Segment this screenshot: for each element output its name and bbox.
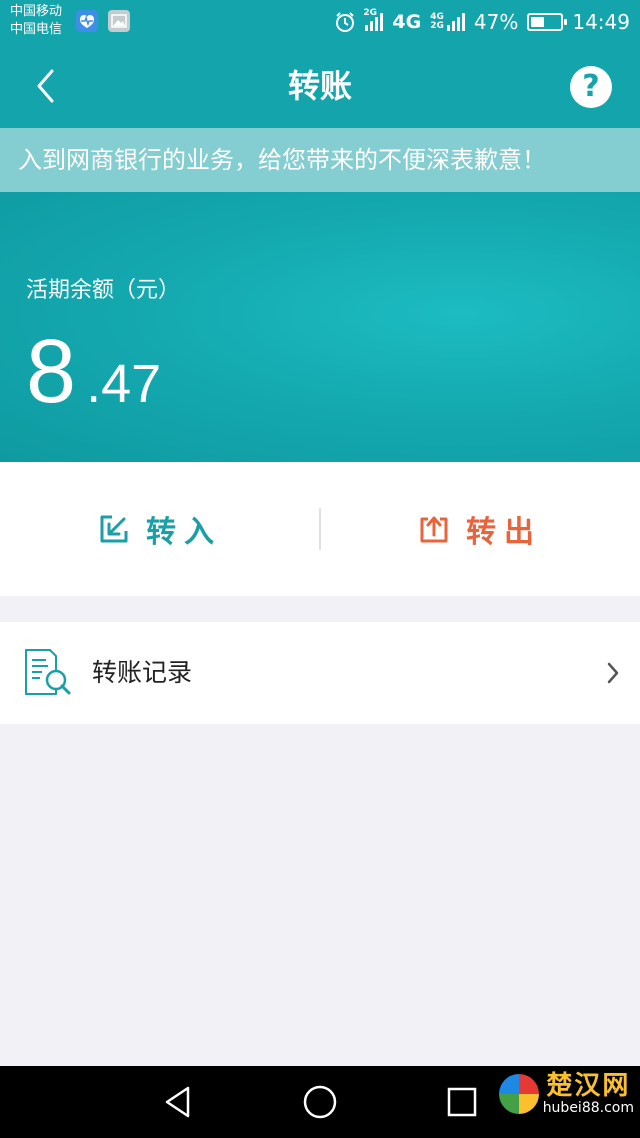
gallery-app-icon [108,10,130,32]
balance-amount: 8.47 [26,324,161,432]
notice-text: 入到网商银行的业务，给您带来的不便深表歉意！ [18,146,546,174]
system-nav-bar: 楚汉网 hubei88.com [0,1066,640,1138]
watermark-logo-icon [498,1074,539,1114]
transfer-record-row[interactable]: 转账记录 [0,622,640,724]
chevron-right-icon [607,662,619,684]
signal-2g: 2G [363,9,384,31]
watermark-title: 楚汉网 [546,1071,631,1101]
clock: 14:49 [572,10,630,34]
action-row: 转入 转出 [0,462,640,596]
balance-integer: 8 [26,322,77,422]
alarm-icon [336,12,355,32]
watermark: 楚汉网 hubei88.com [498,1071,634,1116]
balance-label: 活期余额（元） [26,278,181,303]
transfer-out-label: 转出 [466,515,542,550]
nav-back-button[interactable] [156,1080,200,1124]
net-4g-label: 4G [392,11,422,33]
carrier-names: 中国移动 中国电信 [10,3,62,39]
notice-banner: 入到网商银行的业务，给您带来的不便深表歉意！ [0,128,640,192]
battery-percent: 47% [473,10,519,34]
status-indicators: 2G 4G 4G 2G 47% 14:49 [334,6,630,38]
help-icon: ? [582,69,600,104]
carrier-1: 中国移动 [10,4,63,19]
title-bar: 转账 ? [0,44,640,128]
net-2g-label: 2G [363,8,378,18]
transfer-record-label: 转账记录 [92,658,193,687]
transfer-out-icon [420,516,448,543]
circle-home-icon [303,1085,337,1119]
balance-panel: 活期余额（元） 8.47 [0,192,640,462]
health-app-icon [76,10,98,32]
back-button[interactable] [24,64,68,108]
chevron-left-icon [37,69,54,103]
signal-icon [446,13,465,31]
transfer-in-label: 转入 [146,515,222,550]
record-search-icon [25,649,71,695]
balance-decimal: .47 [86,354,162,414]
battery-fill [531,17,545,27]
watermark-url: hubei88.com [542,1100,634,1116]
triangle-back-icon [165,1086,190,1118]
page-title: 转账 [287,67,352,105]
transfer-out-button[interactable]: 转出 [320,462,640,596]
signal-4g-2g: 4G 2G [430,13,465,31]
carrier-2: 中国电信 [10,22,63,37]
transfer-in-icon [100,515,128,543]
help-button[interactable]: ? [570,66,612,108]
nav-home-button[interactable] [298,1080,342,1124]
transfer-in-button[interactable]: 转入 [0,462,320,596]
square-recent-icon [447,1087,477,1117]
battery-icon [527,13,568,31]
nav-recent-button[interactable] [440,1080,484,1124]
net-2g-small-label: 2G [430,21,444,31]
status-bar: 中国移动 中国电信 2G 4G 4G 2G 47% 14:49 [0,0,640,44]
